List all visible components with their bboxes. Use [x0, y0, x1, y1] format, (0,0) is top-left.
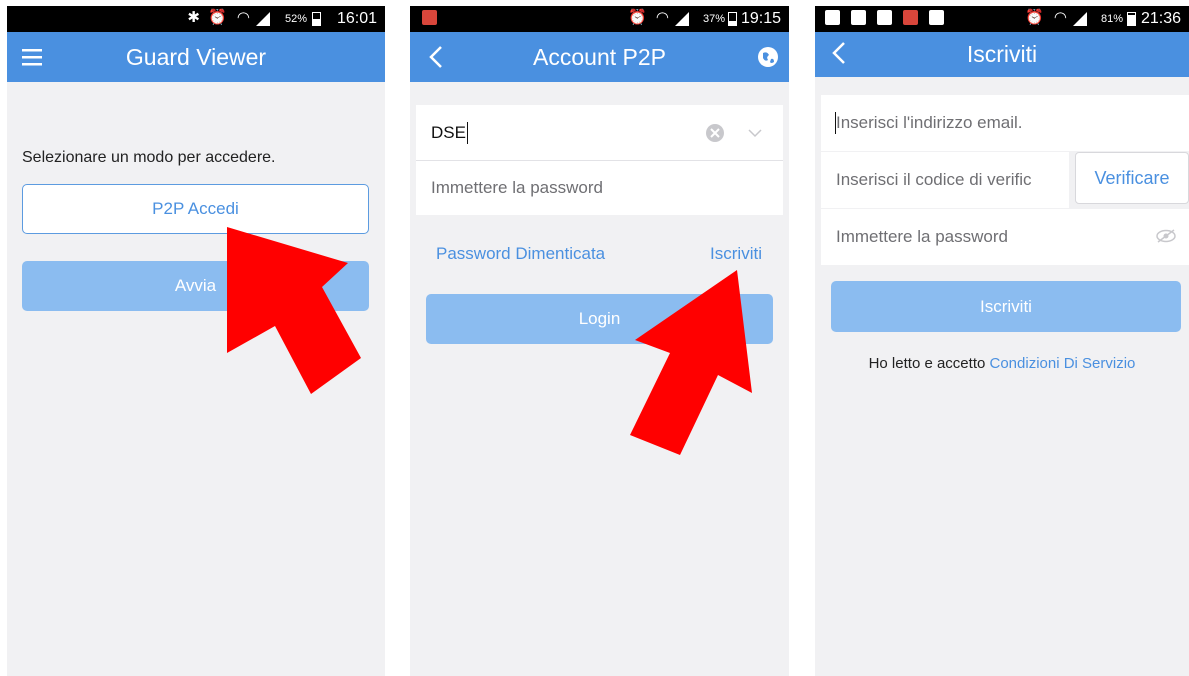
username-input[interactable]: DSE	[431, 105, 468, 161]
verification-code-input[interactable]: Inserisci il codice di verific	[836, 152, 1032, 208]
email-field[interactable]: Inserisci l'indirizzo email.	[821, 95, 1189, 151]
terms-prefix: Ho letto e accetto	[868, 355, 986, 372]
status-time: 19:15	[740, 10, 781, 27]
terms-line: Ho letto e accetto Condizioni Di Servizi…	[815, 355, 1189, 372]
mail-icon	[877, 10, 892, 25]
status-bar: ⏰ ◠ 81% 21:36	[815, 6, 1189, 32]
wifi-icon: ◠	[655, 9, 669, 26]
eye-hidden-icon[interactable]	[1155, 228, 1177, 244]
battery-percent: 81%	[1100, 13, 1123, 25]
red-arrow-annotation	[630, 270, 752, 455]
signal-icon	[256, 12, 270, 26]
status-bar: ⏰ ◠ 37% 19:15	[410, 6, 789, 32]
gallery-icon	[929, 10, 944, 25]
alarm-icon: ⏰	[628, 9, 647, 26]
notification-icon	[851, 10, 866, 25]
battery-percent: 37%	[702, 13, 725, 25]
text-cursor	[466, 122, 468, 144]
login-form: DSE Immettere la password	[416, 105, 783, 215]
red-arrow-annotation	[227, 227, 361, 394]
signal-icon	[675, 12, 689, 26]
username-value: DSE	[431, 123, 466, 142]
verification-code-field[interactable]: Inserisci il codice di verific	[821, 152, 1069, 208]
register-link[interactable]: Iscriviti	[710, 244, 762, 264]
battery-percent: 52%	[284, 13, 307, 25]
app-title: Account P2P	[533, 44, 666, 70]
password-input[interactable]: Immettere la password	[836, 209, 1008, 265]
app-bar: Guard Viewer	[7, 32, 385, 82]
password-input[interactable]: Immettere la password	[431, 161, 603, 215]
battery-charging-icon	[1127, 12, 1136, 26]
signal-icon	[1073, 12, 1087, 26]
status-time: 21:36	[1140, 10, 1181, 27]
terms-of-service-link[interactable]: Condizioni Di Servizio	[990, 355, 1136, 372]
app-bar: Account P2P	[410, 32, 789, 82]
app-bar: Iscriviti	[815, 32, 1189, 77]
notification-app-icon	[903, 10, 918, 25]
email-input[interactable]: Inserisci l'indirizzo email.	[836, 95, 1189, 151]
clear-icon[interactable]	[705, 123, 725, 143]
status-bar: ✱ ⏰ ◠ 52% 16:01	[7, 6, 385, 32]
verify-button[interactable]: Verificare	[1075, 152, 1189, 204]
notification-icon	[825, 10, 840, 25]
bluetooth-icon: ✱	[187, 9, 200, 26]
text-cursor	[835, 112, 836, 134]
app-title: Iscriviti	[966, 41, 1038, 67]
screen-register: ⏰ ◠ 81% 21:36 Iscriviti Inserisci l'indi…	[815, 6, 1189, 676]
login-mode-prompt: Selezionare un modo per accedere.	[22, 149, 276, 166]
app-title: Guard Viewer	[125, 44, 267, 70]
password-field[interactable]: Immettere la password	[821, 209, 1189, 265]
battery-icon	[312, 12, 321, 26]
alarm-icon: ⏰	[1025, 9, 1044, 26]
wifi-icon: ◠	[1053, 9, 1067, 26]
wifi-icon: ◠	[236, 9, 250, 26]
chevron-down-icon[interactable]	[747, 127, 763, 139]
globe-icon[interactable]	[755, 44, 781, 70]
alarm-icon: ⏰	[208, 9, 227, 26]
status-time: 16:01	[336, 10, 377, 27]
forgot-password-link[interactable]: Password Dimenticata	[436, 244, 605, 264]
register-button[interactable]: Iscriviti	[831, 281, 1181, 332]
battery-icon	[728, 12, 737, 26]
notification-app-icon	[422, 10, 437, 25]
